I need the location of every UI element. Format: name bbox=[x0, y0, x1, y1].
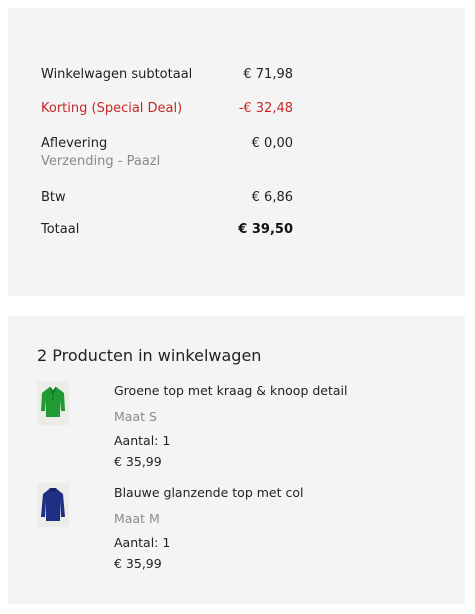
total-label: Totaal bbox=[41, 222, 80, 237]
shipping-label: Aflevering bbox=[41, 136, 108, 151]
subtotal-value: € 71,98 bbox=[243, 67, 293, 82]
blue-top-thumbnail[interactable] bbox=[37, 483, 69, 527]
discount-value: -€ 32,48 bbox=[238, 101, 293, 116]
cart-product: Blauwe glanzende top met col Maat M Aant… bbox=[37, 481, 457, 581]
product-size: Maat M bbox=[114, 511, 160, 526]
product-price: € 35,99 bbox=[114, 556, 162, 571]
cart-title: 2 Producten in winkelwagen bbox=[37, 346, 262, 365]
product-price: € 35,99 bbox=[114, 454, 162, 469]
product-name[interactable]: Blauwe glanzende top met col bbox=[114, 484, 303, 501]
tax-value: € 6,86 bbox=[251, 190, 293, 205]
shipping-method: Verzending - Paazl bbox=[41, 154, 161, 169]
subtotal-label: Winkelwagen subtotaal bbox=[41, 67, 193, 82]
order-totals-panel: Winkelwagen subtotaal € 71,98 Korting (S… bbox=[8, 8, 465, 296]
product-name[interactable]: Groene top met kraag & knoop detail bbox=[114, 382, 348, 399]
product-size: Maat S bbox=[114, 409, 157, 424]
discount-label: Korting (Special Deal) bbox=[41, 101, 183, 116]
blue-top-image bbox=[41, 488, 65, 521]
total-value: € 39,50 bbox=[238, 222, 293, 237]
tax-label: Btw bbox=[41, 190, 66, 205]
product-quantity: Aantal: 1 bbox=[114, 535, 171, 550]
shipping-value: € 0,00 bbox=[251, 136, 293, 151]
green-top-thumbnail[interactable] bbox=[37, 381, 69, 425]
cart-product: Groene top met kraag & knoop detail Maat… bbox=[37, 379, 457, 479]
product-quantity: Aantal: 1 bbox=[114, 433, 171, 448]
cart-items-panel: 2 Producten in winkelwagen Groene top me… bbox=[8, 316, 465, 604]
green-top-image bbox=[41, 386, 65, 417]
